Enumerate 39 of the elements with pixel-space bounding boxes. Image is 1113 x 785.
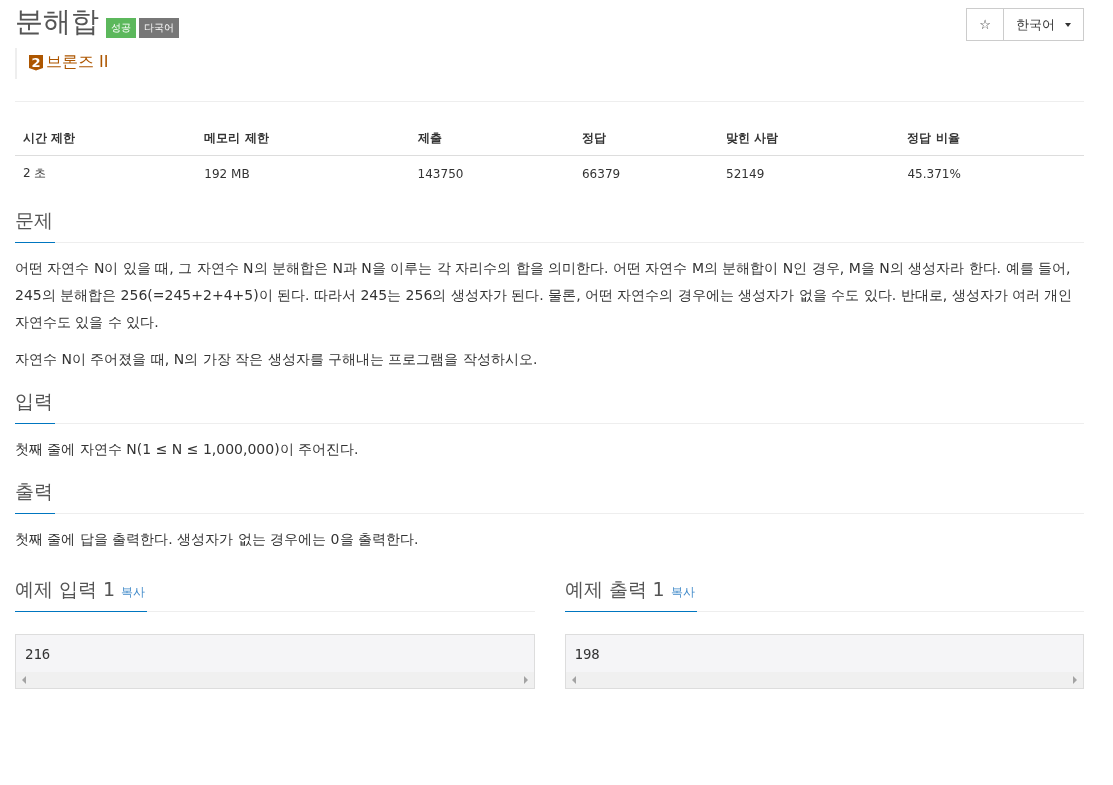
column-header: 제출 — [417, 131, 442, 145]
language-dropdown[interactable]: 한국어 — [1004, 8, 1084, 41]
paragraph: 어떤 자연수 N이 있을 때, 그 자연수 N의 분해합은 N과 N을 이루는 각 자리수의 합을 의미한다. 어떤 자연수 M의 분해합이 N인 경우, M을 N의 생성자라 한다. 예를 들어, 245의 분해합은 256(=245+2+4+5)이 된다. 따라서 245는 256의 생성자가 된다. 물론, 어떤 자연수의 경우에는 생성자가 없을 수도 있다. 반대로, 생성자가 여러 개인 자연수도 있을 수 있다. — [15, 259, 1074, 332]
status-label: 다국어 — [139, 18, 179, 38]
tier-icon: 2 — [29, 54, 43, 71]
table-cell: 143750 — [417, 166, 464, 181]
horizontal-scrollbar[interactable] — [16, 672, 534, 688]
sample-text: 198 — [573, 645, 601, 664]
section-heading: 입력 — [15, 387, 55, 424]
column-header: 시간 제한 — [23, 131, 76, 145]
caret-icon — [1065, 22, 1071, 27]
copy-link[interactable]: 복사 — [670, 585, 695, 599]
problem-title: 분해합 — [15, 4, 99, 40]
section-heading: 출력 — [15, 477, 55, 514]
paragraph: 자연수 N이 주어졌을 때, N의 가장 작은 생성자를 구해내는 프로그램을 작성하시오. — [15, 350, 539, 369]
column-header: 정답 비율 — [907, 131, 960, 145]
horizontal-scrollbar[interactable] — [565, 672, 1083, 688]
section-heading: 예제 입력 1 복사 — [15, 575, 148, 612]
table-cell: 52149 — [726, 166, 765, 181]
left-arrow-icon[interactable] — [22, 676, 26, 684]
table-cell: 45.371% — [907, 166, 961, 181]
right-arrow-icon[interactable] — [1073, 676, 1077, 684]
section-heading: 예제 출력 1 복사 — [564, 575, 697, 612]
column-header: 맞힌 사람 — [726, 131, 779, 145]
table-cell: 66379 — [582, 166, 621, 181]
copy-link[interactable]: 복사 — [121, 585, 146, 599]
star-button[interactable]: ☆ — [966, 8, 1004, 41]
paragraph: 첫째 줄에 답을 출력한다. 생성자가 없는 경우에는 0을 출력한다. — [15, 530, 420, 549]
table-cell: 2 초 — [23, 166, 47, 180]
left-arrow-icon[interactable] — [571, 676, 576, 684]
sample-text: 216 — [24, 645, 52, 664]
table-cell: 192 MB — [204, 166, 250, 181]
status-label: 성공 — [106, 18, 136, 38]
column-header: 메모리 제한 — [204, 131, 269, 145]
section-heading: 문제 — [15, 206, 55, 243]
right-arrow-icon[interactable] — [523, 676, 528, 684]
tier-label: 브론즈 II — [46, 52, 109, 73]
paragraph: 첫째 줄에 자연수 N(1 ≤ N ≤ 1,000,000)이 주어진다. — [15, 440, 360, 459]
column-header: 정답 — [582, 131, 606, 145]
